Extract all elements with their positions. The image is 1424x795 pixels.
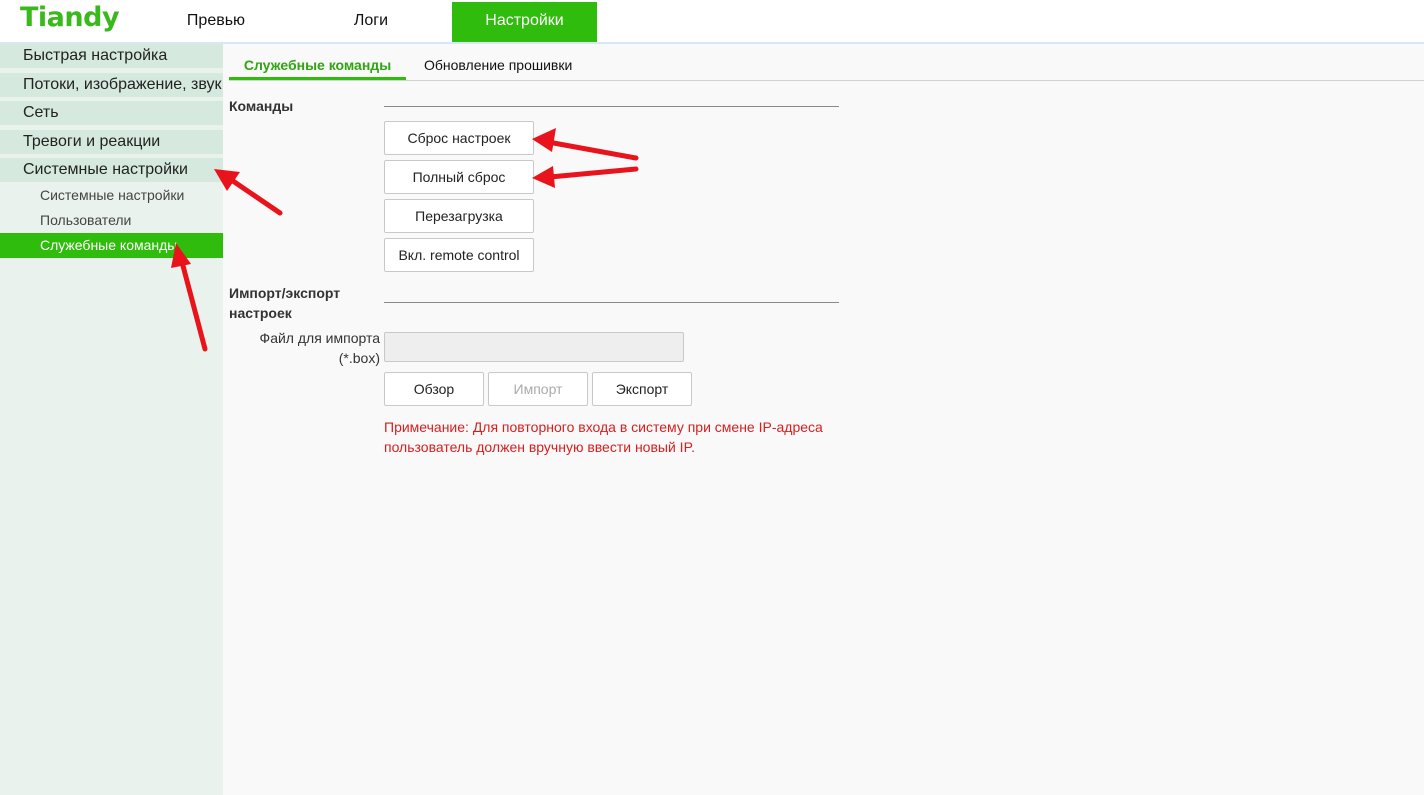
import-file-label-line2: (*.box) (338, 350, 380, 366)
reset-settings-button[interactable]: Сброс настроек (384, 121, 534, 155)
import-file-label: Файл для импорта (*.box) (230, 328, 380, 368)
arrow-to-full-reset-button (532, 166, 639, 188)
sidebar-item-system[interactable]: Системные настройки (0, 158, 223, 182)
tab-bar: Служебные команды Обновление прошивки (229, 44, 1424, 81)
import-export-divider (384, 302, 839, 303)
sidebar-item-network[interactable]: Сеть (0, 101, 223, 125)
ip-change-note: Примечание: Для повторного входа в систе… (384, 417, 844, 457)
ip-change-note-line2: пользователь должен вручную ввести новый… (384, 439, 695, 455)
reboot-button[interactable]: Перезагрузка (384, 199, 534, 233)
top-bar: Tiandy Превью Логи Настройки (0, 0, 1424, 44)
arrow-to-system-settings (214, 169, 283, 216)
import-file-label-line1: Файл для импорта (259, 330, 380, 346)
browse-button[interactable]: Обзор (384, 372, 484, 406)
sidebar-subitem-system-settings[interactable]: Системные настройки (0, 183, 223, 208)
ip-change-note-line1: Примечание: Для повторного входа в систе… (384, 419, 823, 435)
commands-section-title: Команды (229, 98, 294, 114)
arrow-to-reset-button (532, 128, 639, 161)
tiandy-logo: Tiandy (20, 2, 120, 33)
tab-service-commands[interactable]: Служебные команды (229, 54, 406, 80)
sidebar-item-streams[interactable]: Потоки, изображение, звук (0, 73, 223, 97)
sidebar-subitem-service-commands[interactable]: Служебные команды (0, 233, 223, 258)
nav-settings[interactable]: Настройки (452, 2, 597, 42)
import-export-title-line1: Импорт/экспорт (229, 285, 341, 301)
sidebar (0, 44, 223, 795)
commands-divider (384, 106, 839, 107)
sidebar-item-quick-setup[interactable]: Быстрая настройка (0, 44, 223, 68)
import-file-field[interactable] (384, 332, 684, 362)
import-button[interactable]: Импорт (488, 372, 588, 406)
full-reset-button[interactable]: Полный сброс (384, 160, 534, 194)
sidebar-subitem-users[interactable]: Пользователи (0, 208, 223, 233)
sidebar-item-alarms[interactable]: Тревоги и реакции (0, 130, 223, 154)
import-export-title-line2: настроек (229, 305, 292, 321)
remote-control-button[interactable]: Вкл. remote control (384, 238, 534, 272)
nav-logs[interactable]: Логи (295, 2, 447, 42)
nav-preview[interactable]: Превью (140, 2, 292, 42)
tab-firmware-update[interactable]: Обновление прошивки (424, 54, 572, 80)
export-button[interactable]: Экспорт (592, 372, 692, 406)
import-export-title: Импорт/экспорт настроек (229, 283, 340, 323)
